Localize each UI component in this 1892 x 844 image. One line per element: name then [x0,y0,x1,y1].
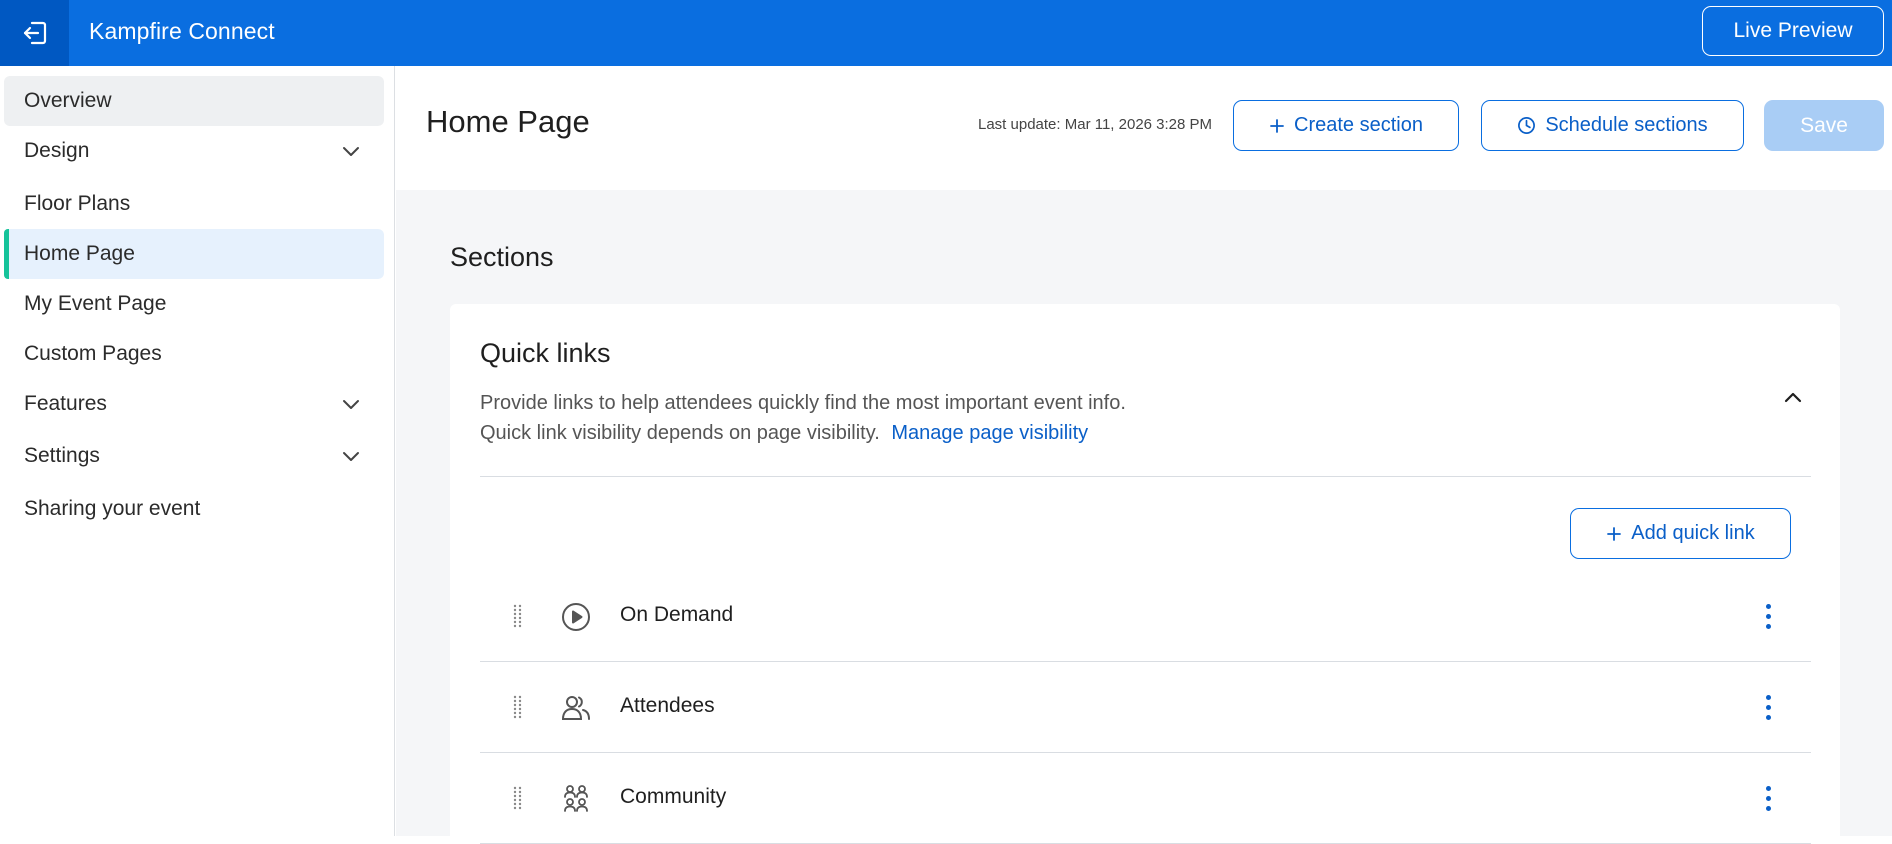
add-quick-link-button[interactable]: Add quick link [1570,508,1791,559]
sidebar: Overview Design Floor Plans Home Page My… [0,66,395,836]
quick-links-card: Quick links Provide links to help attend… [450,304,1840,844]
quick-link-row[interactable]: Attendees [480,662,1811,753]
sidebar-item-label: Sharing your event [24,497,201,520]
create-section-button[interactable]: Create section [1233,100,1459,151]
create-section-label: Create section [1294,114,1423,136]
sidebar-item-settings[interactable]: Settings [4,431,384,481]
quick-link-label: Attendees [620,694,715,717]
play-circle-icon [562,603,590,631]
sidebar-item-label: Floor Plans [24,192,131,215]
top-bar: Kampfire Connect Live Preview [0,0,1892,66]
page-title: Home Page [426,104,590,139]
chevron-down-icon [343,452,359,461]
more-options-icon[interactable] [1758,781,1778,815]
app-title: Kampfire Connect [89,18,275,44]
sidebar-item-overview[interactable]: Overview [4,76,384,126]
drag-handle-icon[interactable] [512,604,526,630]
exit-button[interactable] [0,0,69,66]
collapse-button[interactable] [1778,382,1808,412]
main-content: Home Page Last update: Mar 11, 2026 3:28… [396,66,1892,844]
chevron-down-icon [343,400,359,409]
manage-page-visibility-link[interactable]: Manage page visibility [891,422,1088,444]
sidebar-item-label: Overview [24,89,112,112]
quick-link-row[interactable]: On Demand [480,571,1811,662]
sidebar-item-my-event-page[interactable]: My Event Page [4,279,384,329]
drag-handle-icon[interactable] [512,786,526,812]
divider [480,476,1811,477]
live-preview-button[interactable]: Live Preview [1702,6,1884,56]
plus-icon [1270,118,1284,133]
schedule-sections-label: Schedule sections [1545,114,1708,136]
quick-link-label: On Demand [620,603,734,626]
quick-links-title: Quick links [480,338,611,368]
sidebar-item-floor-plans[interactable]: Floor Plans [4,179,384,229]
sidebar-item-sharing-your-event[interactable]: Sharing your event [4,484,384,534]
sections-heading: Sections [450,242,554,272]
last-update-text: Last update: Mar 11, 2026 3:28 PM [978,116,1213,133]
sidebar-item-label: My Event Page [24,292,167,315]
sidebar-item-design[interactable]: Design [4,126,384,176]
add-quick-link-label: Add quick link [1631,522,1755,544]
sidebar-item-label: Features [24,392,107,415]
description-text: Quick link visibility depends on page vi… [480,422,880,444]
save-button[interactable]: Save [1764,100,1884,151]
community-icon [564,785,588,812]
sidebar-item-label: Settings [24,444,100,467]
quick-link-row[interactable]: Community [480,753,1811,844]
more-options-icon[interactable] [1758,599,1778,633]
description-line-1: Provide links to help attendees quickly … [480,392,1126,414]
attendees-icon [561,696,590,720]
sidebar-item-features[interactable]: Features [4,379,384,429]
sidebar-item-home-page[interactable]: Home Page [4,229,384,279]
schedule-sections-button[interactable]: Schedule sections [1481,100,1744,151]
sidebar-item-label: Design [24,139,90,162]
page-header: Home Page Last update: Mar 11, 2026 3:28… [396,66,1892,190]
drag-handle-icon[interactable] [512,695,526,721]
more-options-icon[interactable] [1758,690,1778,724]
quick-link-label: Community [620,785,727,808]
plus-icon [1607,526,1622,541]
quick-links-description: Provide links to help attendees quickly … [480,388,1126,448]
sidebar-item-label: Home Page [24,242,135,265]
sidebar-item-custom-pages[interactable]: Custom Pages [4,329,384,379]
description-line-2: Quick link visibility depends on page vi… [480,418,1126,448]
chevron-up-icon [1784,392,1802,403]
chevron-down-icon [343,147,359,156]
exit-icon [23,21,46,45]
clock-icon [1518,117,1536,134]
sidebar-item-label: Custom Pages [24,342,162,365]
